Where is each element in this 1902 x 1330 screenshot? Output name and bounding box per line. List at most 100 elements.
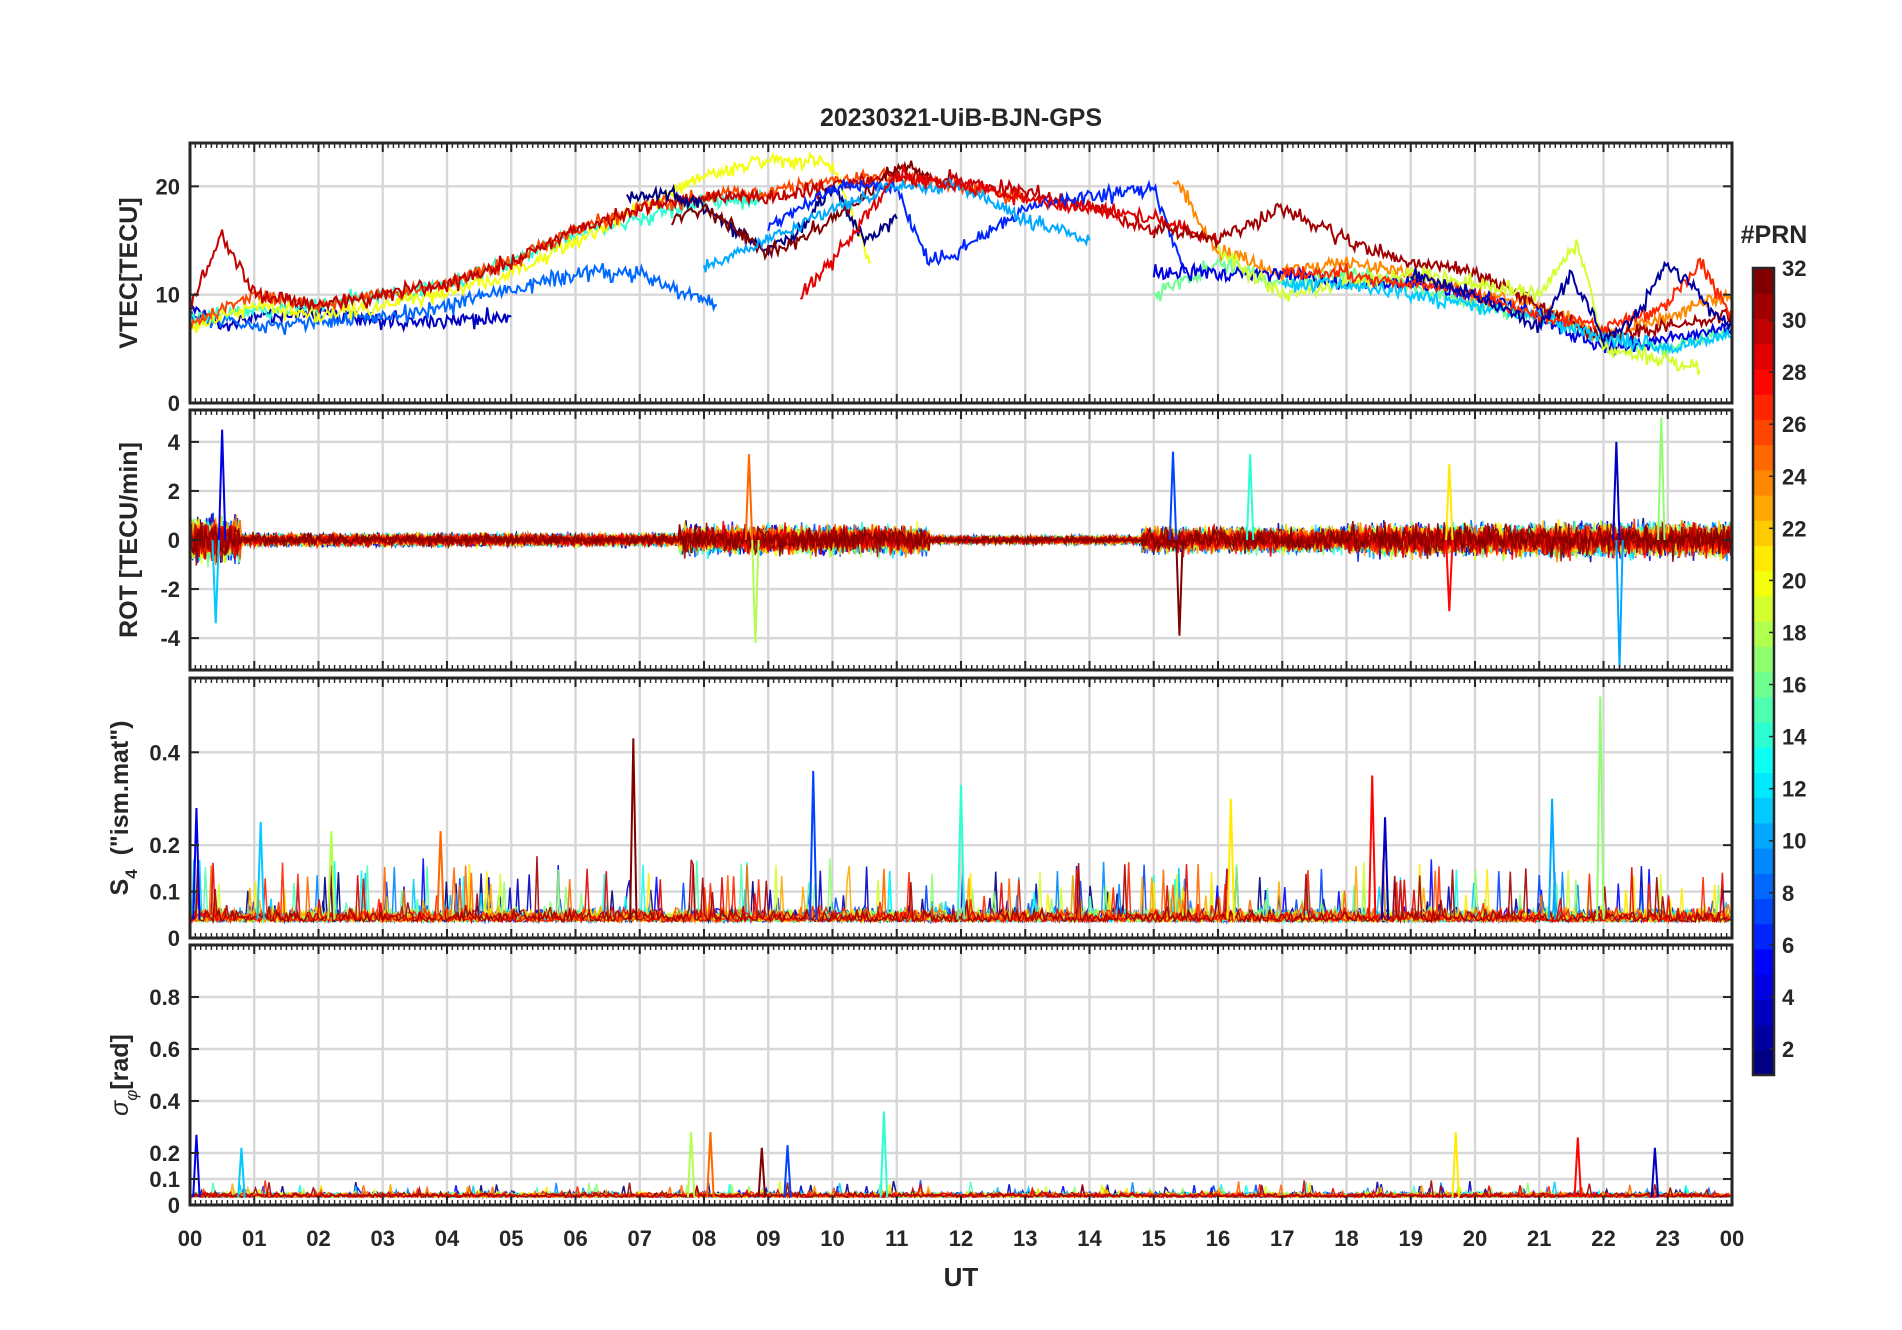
colorbar-segment — [1753, 268, 1774, 294]
x-tick-label: 23 — [1656, 1226, 1680, 1251]
panel-vtec: 0 10 20 VTEC[TECU] — [115, 141, 1734, 416]
panel-sigma-phi: 00.10.2 0.4 0.6 0.8 σφ[rad] — [106, 943, 1734, 1218]
y-tick-label: 0.8 — [149, 985, 180, 1010]
y-tick-label: -2 — [160, 577, 180, 602]
colorbar-tick-label: 26 — [1782, 412, 1806, 437]
colorbar: 2468101214161820222426283032 — [1751, 256, 1807, 1077]
colorbar-segment — [1753, 747, 1774, 773]
colorbar-tick-label: 30 — [1782, 308, 1806, 333]
colorbar-segment — [1753, 444, 1774, 471]
colorbar-segment — [1753, 721, 1774, 748]
x-tick-label: 21 — [1527, 1226, 1551, 1251]
x-tick-label: 00 — [178, 1226, 202, 1251]
colorbar-segment — [1753, 1049, 1774, 1076]
y-tick-label: 10 — [156, 283, 180, 308]
y-tick-label: 0 — [168, 391, 180, 416]
panel-s4: 0 0.1 0.2 0.4 S4 ("ism.mat") — [106, 676, 1734, 951]
rot-spike — [1245, 454, 1255, 541]
x-tick-label: 08 — [692, 1226, 716, 1251]
y-tick-label: 0 — [168, 926, 180, 951]
y-tick-label: 4 — [168, 430, 181, 455]
colorbar-segment — [1753, 394, 1774, 420]
x-tick-label: 02 — [306, 1226, 330, 1251]
colorbar-segment — [1753, 873, 1774, 900]
y-tick-label: 0.2 — [149, 1141, 180, 1166]
colorbar-segment — [1753, 621, 1774, 647]
x-tick-label: 14 — [1077, 1226, 1102, 1251]
colorbar-segment — [1753, 948, 1774, 975]
x-tick-label: 11 — [885, 1226, 908, 1251]
y-tick-label: 2 — [168, 479, 180, 504]
y-tick-label: 0 — [168, 528, 180, 553]
y-tick-label: 0.1 — [149, 880, 180, 905]
y-axis-label-s4: S4 ("ism.mat") — [106, 721, 141, 896]
y-axis-label-vtec: VTEC[TECU] — [115, 197, 143, 348]
panel-rot: -4 -2 0 2 4 ROT [TECU/min] — [115, 408, 1734, 672]
colorbar-segment — [1753, 923, 1774, 950]
sigma_phi-spike — [1573, 1137, 1583, 1198]
x-tick-labels: 00 01 02 03 04 05 06 07 08 09 10 11 12 13 14 15 16 17 18 19… — [178, 1226, 1744, 1251]
x-tick-label: 10 — [820, 1226, 844, 1251]
colorbar-segment — [1753, 646, 1774, 673]
x-tick-label: 17 — [1270, 1226, 1294, 1251]
colorbar-tick-label: 10 — [1782, 829, 1806, 854]
colorbar-segment — [1753, 696, 1774, 723]
colorbar-tick-label: 20 — [1782, 568, 1806, 593]
x-tick-label: 07 — [628, 1226, 652, 1251]
y-axis-label-sigma-phi: σφ[rad] — [106, 1034, 141, 1116]
colorbar-tick-label: 6 — [1782, 933, 1794, 958]
s4-spike — [1367, 775, 1377, 920]
x-tick-label: 00 — [1720, 1226, 1744, 1251]
colorbar-segment — [1753, 293, 1774, 320]
y-tick-label: 0.6 — [149, 1037, 180, 1062]
colorbar-segment — [1753, 772, 1774, 799]
s4-spike — [1226, 798, 1236, 920]
x-tick-label: 20 — [1463, 1226, 1487, 1251]
colorbar-tick-label: 16 — [1782, 673, 1806, 698]
y-tick-label: 20 — [156, 174, 180, 199]
colorbar-tick-label: 4 — [1782, 985, 1795, 1010]
colorbar-tick-label: 8 — [1782, 881, 1794, 906]
colorbar-tick-label: 24 — [1782, 464, 1807, 489]
y-tick-label: 0 — [168, 1193, 180, 1218]
sigma_phi-spike — [1451, 1132, 1460, 1198]
y-tick-label: 0.2 — [149, 833, 180, 858]
rot-spike — [1615, 539, 1624, 668]
chart-title: 20230321-UiB-BJN-GPS — [820, 104, 1102, 132]
colorbar-label: #PRN — [1741, 221, 1808, 249]
colorbar-segment — [1753, 318, 1774, 345]
y-axis-label-s4-rest: ("ism.mat") — [106, 721, 134, 870]
y-axis-label-sigma-sub: φ — [122, 1090, 141, 1101]
x-tick-label: 22 — [1591, 1226, 1615, 1251]
colorbar-segment — [1753, 1024, 1774, 1051]
colorbar-segment — [1753, 848, 1774, 874]
colorbar-segment — [1753, 898, 1774, 925]
x-tick-label: 09 — [756, 1226, 780, 1251]
x-tick-label: 01 — [242, 1226, 266, 1251]
colorbar-segment — [1753, 494, 1774, 521]
colorbar-tick-label: 32 — [1782, 256, 1806, 281]
colorbar-segment — [1753, 469, 1774, 496]
colorbar-tick-label: 18 — [1782, 620, 1806, 645]
s4-spike — [1547, 798, 1557, 920]
sigma_phi-spike — [686, 1132, 696, 1198]
x-tick-label: 16 — [1206, 1226, 1230, 1251]
rot-spike — [1175, 539, 1184, 636]
colorbar-tick-label: 28 — [1782, 360, 1806, 385]
x-tick-label: 04 — [435, 1226, 460, 1251]
sigma_phi-spike — [1650, 1147, 1660, 1198]
sigma_phi-spike — [706, 1132, 715, 1198]
colorbar-segment — [1753, 570, 1774, 597]
colorbar-segment — [1753, 419, 1774, 446]
colorbar-segment — [1753, 797, 1774, 824]
vtec-series-prn-14 — [190, 188, 769, 327]
x-tick-label: 13 — [1013, 1226, 1037, 1251]
rot-spike — [744, 454, 754, 541]
x-tick-label: 19 — [1399, 1226, 1423, 1251]
colorbar-segment — [1753, 822, 1774, 849]
y-tick-label: 0.1 — [149, 1167, 180, 1192]
y-axis-label-sigma-main: σ — [106, 1100, 134, 1116]
x-tick-label: 12 — [949, 1226, 973, 1251]
colorbar-tick-label: 12 — [1782, 777, 1806, 802]
colorbar-tick-label: 22 — [1782, 516, 1806, 541]
